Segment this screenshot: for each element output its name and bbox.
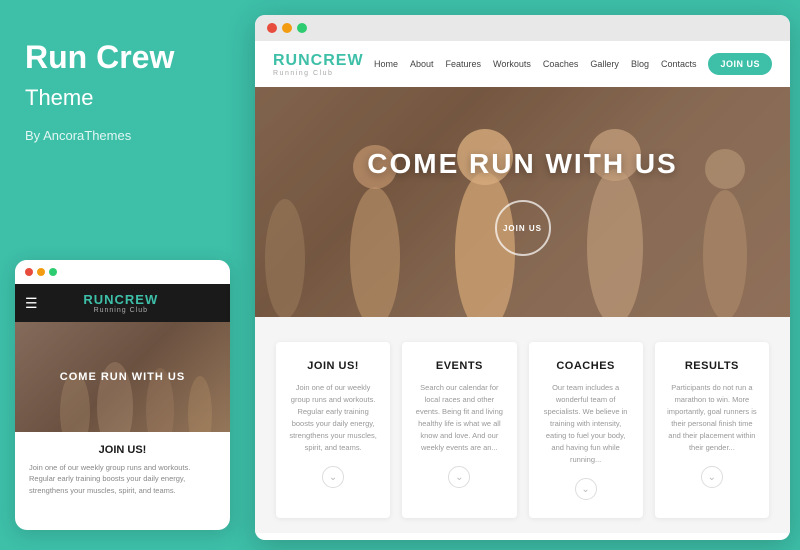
site-logo: RUNCREW Running Club [273,52,364,77]
site-navbar: RUNCREW Running Club Home About Features… [255,41,790,87]
brand-title: Run Crew [25,40,220,75]
mobile-card: JOIN US! Join one of our weekly group ru… [15,432,230,508]
site-logo-name: RUNCREW [273,52,364,70]
mobile-preview: ☰ RUNCREW Running Club COME RUN WITH US … [15,260,230,530]
nav-gallery[interactable]: Gallery [590,59,619,69]
card-coaches-icon[interactable]: ⌄ [575,478,597,500]
mobile-hero: COME RUN WITH US [15,322,230,432]
nav-features[interactable]: Features [446,59,482,69]
mobile-logo-sub: Running Club [94,307,148,314]
feature-card-events: EVENTS Search our calendar for local rac… [402,342,516,518]
card-results-text: Participants do not run a marathon to wi… [667,382,757,454]
feature-card-join: JOIN US! Join one of our weekly group ru… [276,342,390,518]
mobile-titlebar [15,260,230,284]
mobile-hero-text: COME RUN WITH US [60,371,185,383]
hamburger-icon: ☰ [25,295,38,312]
card-join-title: JOIN US! [288,360,378,372]
mobile-logo-text: RUNCREW [83,292,158,307]
mobile-card-text: Join one of our weekly group runs and wo… [29,462,216,496]
nav-about[interactable]: About [410,59,434,69]
browser-titlebar [255,15,790,41]
card-coaches-title: COACHES [541,360,631,372]
nav-blog[interactable]: Blog [631,59,649,69]
browser-dot-green [297,23,307,33]
nav-contacts[interactable]: Contacts [661,59,697,69]
feature-cards: JOIN US! Join one of our weekly group ru… [255,317,790,533]
nav-join-button[interactable]: JOIN US [708,53,772,75]
mobile-dot-1 [25,268,33,276]
brand-subtitle: Theme [25,85,220,111]
card-results-icon[interactable]: ⌄ [701,466,723,488]
feature-card-results: RESULTS Participants do not run a marath… [655,342,769,518]
mobile-dot-3 [49,268,57,276]
hero-join-button[interactable]: JOIN US [495,200,551,256]
card-events-title: EVENTS [414,360,504,372]
browser-dot-red [267,23,277,33]
nav-workouts[interactable]: Workouts [493,59,531,69]
mobile-card-title: JOIN US! [29,444,216,456]
card-coaches-text: Our team includes a wonderful team of sp… [541,382,631,466]
site-hero: COME RUN WITH US JOIN US [255,87,790,317]
site-logo-sub: Running Club [273,70,364,77]
mobile-navbar: ☰ RUNCREW Running Club [15,284,230,322]
brand-by: By AncoraThemes [25,128,220,143]
card-events-text: Search our calendar for local races and … [414,382,504,454]
mobile-dot-2 [37,268,45,276]
site-nav-links: Home About Features Workouts Coaches Gal… [374,53,772,75]
card-join-icon[interactable]: ⌄ [322,466,344,488]
left-panel: Run Crew Theme By AncoraThemes ☰ RUNCREW… [0,0,245,550]
hero-content: COME RUN WITH US JOIN US [367,148,677,256]
card-events-icon[interactable]: ⌄ [448,466,470,488]
feature-card-coaches: COACHES Our team includes a wonderful te… [529,342,643,518]
card-results-title: RESULTS [667,360,757,372]
nav-home[interactable]: Home [374,59,398,69]
mobile-logo: RUNCREW Running Club [83,292,158,314]
browser-window: RUNCREW Running Club Home About Features… [255,15,790,540]
hero-headline: COME RUN WITH US [367,148,677,180]
card-join-text: Join one of our weekly group runs and wo… [288,382,378,454]
nav-coaches[interactable]: Coaches [543,59,579,69]
browser-dot-yellow [282,23,292,33]
